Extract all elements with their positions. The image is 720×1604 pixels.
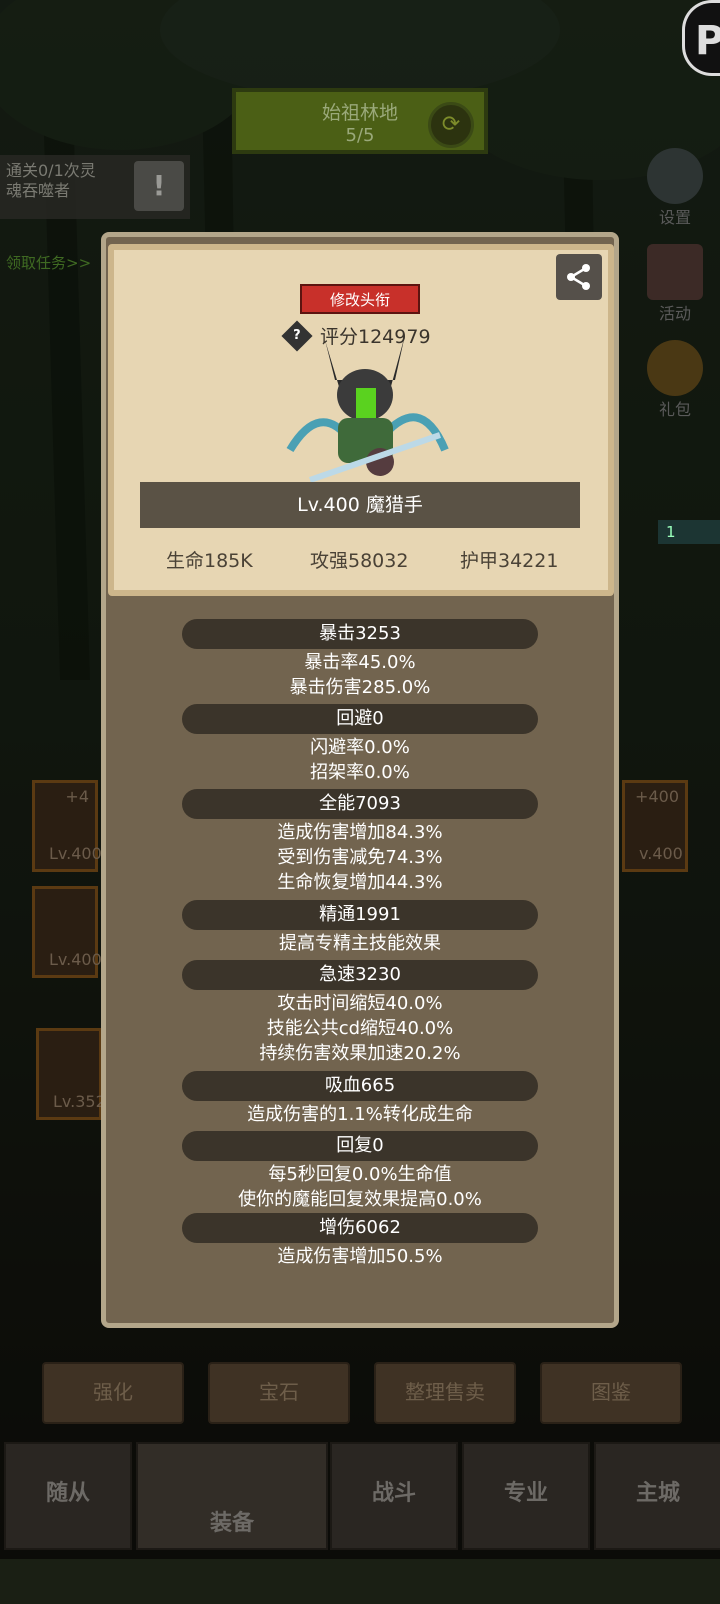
share-icon[interactable] [556,254,602,300]
equipment-slot[interactable]: Lv.352 [36,1028,106,1120]
activity-label: 活动 [658,304,691,323]
gift-button[interactable]: 礼包 [640,340,710,420]
stat-line: 每5秒回复0.0%生命值 [268,1164,452,1185]
scroll-icon [647,244,703,300]
enhance-button[interactable]: 强化 [42,1362,184,1424]
stat-line: 暴击伤害285.0% [289,677,431,698]
stat-header-damage-bonus: 增伤6062 [182,1213,538,1243]
codex-button[interactable]: 图鉴 [540,1362,682,1424]
gift-icon [647,340,703,396]
side-counter: 1 [658,520,720,544]
hero-name: Lv.400 魔猎手 [140,482,580,528]
stat-line: 暴击率45.0% [304,652,416,673]
stat-line: 造成伤害的1.1%转化成生命 [247,1104,473,1125]
stat-line: 招架率0.0% [310,762,410,783]
stat-line: 受到伤害减免74.3% [277,847,443,868]
quest-text-line1: 通关0/1次灵 [6,161,96,180]
gift-label: 礼包 [658,400,691,419]
stat-header-crit: 暴击3253 [182,619,538,649]
get-task-link[interactable]: 领取任务>> [6,252,91,273]
equipment-slot[interactable]: +4 Lv.400 [32,780,102,872]
stat-header-regen: 回复0 [182,1131,538,1161]
equipment-slot[interactable]: Lv.400 [32,886,102,978]
exclamation-icon: ! [134,161,184,211]
stat-line: 造成伤害增加50.5% [277,1246,443,1267]
edit-title-button[interactable]: 修改头衔 [300,284,420,314]
stat-header-dodge: 回避0 [182,704,538,734]
hp-stat: 生命185K [166,550,253,572]
tab-battle[interactable]: 战斗 [330,1442,458,1550]
stat-header-mastery: 精通1991 [182,900,538,930]
equipment-slot[interactable]: +400 v.400 [622,780,688,872]
stat-line: 闪避率0.0% [310,737,410,758]
stat-header-versatility: 全能7093 [182,789,538,819]
gear-icon [647,148,703,204]
activity-button[interactable]: 活动 [640,244,710,324]
quest-text-line2: 魂吞噬者 [6,181,71,200]
stat-line: 生命恢复增加44.3% [277,872,443,893]
stage-banner[interactable]: 始祖林地 5/5 ⟳ [232,88,488,154]
corner-logo[interactable]: P [682,0,720,76]
stat-header-haste: 急速3230 [182,960,538,990]
tab-followers[interactable]: 随从 [4,1442,132,1550]
settings-label: 设置 [658,208,691,227]
tab-equipment[interactable]: 装备 [136,1442,328,1550]
quest-panel[interactable]: 通关0/1次灵 魂吞噬者 ! [0,155,190,219]
gem-button[interactable]: 宝石 [208,1362,350,1424]
stat-line: 攻击时间缩短40.0% [277,993,443,1014]
tab-profession[interactable]: 专业 [462,1442,590,1550]
settings-button[interactable]: 设置 [640,148,710,228]
stat-line: 技能公共cd缩短40.0% [266,1018,454,1039]
armor-stat: 护甲34221 [460,550,559,572]
stat-line: 持续伤害效果加速20.2% [259,1043,461,1064]
stat-line: 使你的魔能回复效果提高0.0% [238,1189,482,1210]
switch-stage-icon[interactable]: ⟳ [428,102,474,148]
stat-line: 提高专精主技能效果 [279,933,441,954]
stat-header-lifesteal: 吸血665 [182,1071,538,1101]
stat-line: 造成伤害增加84.3% [277,822,443,843]
tab-main-city[interactable]: 主城 [594,1442,720,1550]
hero-portrait [286,335,449,483]
sort-sell-button[interactable]: 整理售卖 [374,1362,516,1424]
attack-stat: 攻强58032 [310,550,409,572]
